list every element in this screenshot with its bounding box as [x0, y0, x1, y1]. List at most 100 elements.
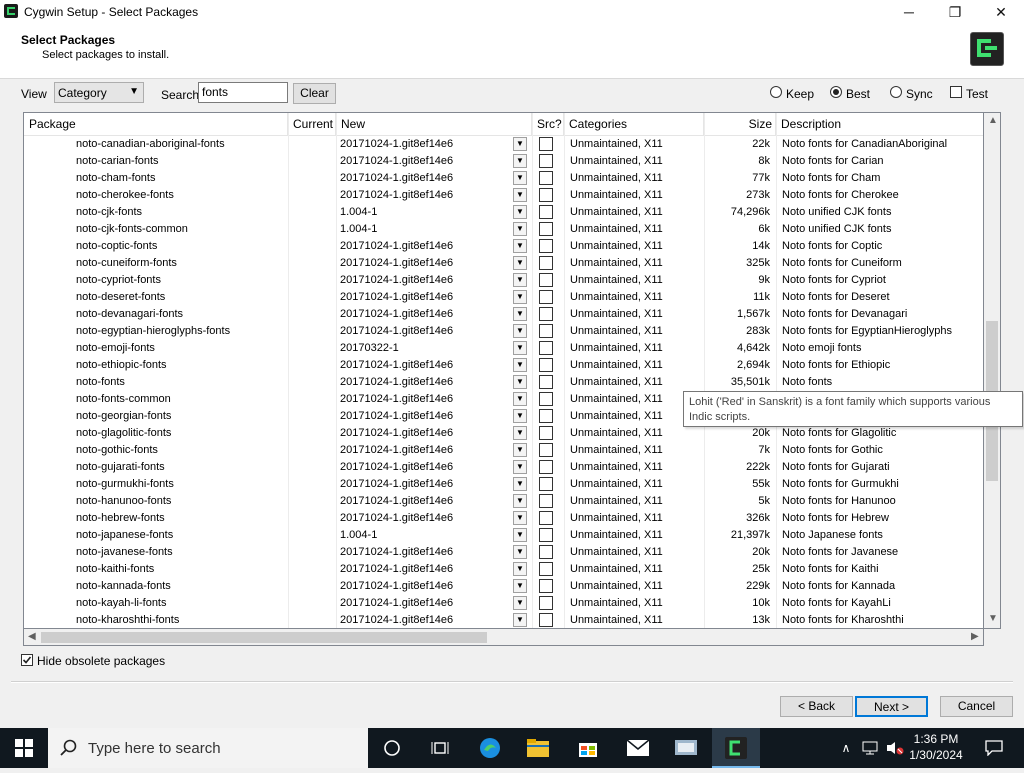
table-row[interactable]: noto-egyptian-hieroglyphs-fonts 20171024-…: [24, 323, 983, 340]
column-header-current[interactable]: Current: [288, 113, 336, 135]
version-dropdown-icon[interactable]: ▼: [513, 137, 527, 151]
chevron-up-icon[interactable]: ∧: [838, 728, 854, 768]
scroll-right-icon[interactable]: ▶: [971, 631, 979, 642]
version-dropdown-icon[interactable]: ▼: [513, 494, 527, 508]
table-row[interactable]: noto-hanunoo-fonts 20171024-1.git8ef14e6 U…: [24, 493, 983, 510]
scroll-down-icon[interactable]: ▼: [988, 613, 998, 624]
volume-muted-icon[interactable]: [884, 728, 906, 768]
src-checkbox[interactable]: [539, 426, 553, 440]
table-row[interactable]: noto-canadian-aboriginal-fonts 20171024-1…: [24, 136, 983, 153]
table-row[interactable]: noto-japanese-fonts 1.004-1 Unmaintained, …: [24, 527, 983, 544]
cygwin-taskbar-icon[interactable]: [712, 728, 760, 768]
close-button[interactable]: ✕: [978, 0, 1024, 24]
table-row[interactable]: noto-gurmukhi-fonts 20171024-1.git8ef14e6…: [24, 476, 983, 493]
column-header-new[interactable]: New: [336, 113, 532, 135]
src-checkbox[interactable]: [539, 545, 553, 559]
src-checkbox[interactable]: [539, 392, 553, 406]
version-dropdown-icon[interactable]: ▼: [513, 460, 527, 474]
version-dropdown-icon[interactable]: ▼: [513, 375, 527, 389]
version-dropdown-icon[interactable]: ▼: [513, 426, 527, 440]
src-checkbox[interactable]: [539, 596, 553, 610]
src-checkbox[interactable]: [539, 562, 553, 576]
src-checkbox[interactable]: [539, 256, 553, 270]
store-icon[interactable]: [564, 728, 612, 768]
task-view-icon[interactable]: [368, 728, 416, 768]
version-dropdown-icon[interactable]: ▼: [513, 324, 527, 338]
src-checkbox[interactable]: [539, 579, 553, 593]
src-checkbox[interactable]: [539, 171, 553, 185]
table-row[interactable]: noto-cjk-fonts-common 1.004-1 Unmaintained…: [24, 221, 983, 238]
column-header-description[interactable]: Description: [776, 113, 983, 135]
horizontal-scroll-thumb[interactable]: [41, 632, 487, 643]
version-dropdown-icon[interactable]: ▼: [513, 511, 527, 525]
keep-radio[interactable]: [770, 86, 782, 98]
timeline-icon[interactable]: [416, 728, 464, 768]
sync-radio[interactable]: [890, 86, 902, 98]
scroll-left-icon[interactable]: ◀: [28, 631, 36, 642]
table-row[interactable]: noto-emoji-fonts 20170322-1 Unmaintained, …: [24, 340, 983, 357]
mail-icon[interactable]: [614, 728, 662, 768]
version-dropdown-icon[interactable]: ▼: [513, 562, 527, 576]
column-header-categories[interactable]: Categories: [564, 113, 704, 135]
scroll-up-icon[interactable]: ▲: [988, 115, 998, 126]
src-checkbox[interactable]: [539, 324, 553, 338]
version-dropdown-icon[interactable]: ▼: [513, 613, 527, 627]
version-dropdown-icon[interactable]: ▼: [513, 477, 527, 491]
back-button[interactable]: < Back: [780, 696, 853, 717]
src-checkbox[interactable]: [539, 341, 553, 355]
src-checkbox[interactable]: [539, 375, 553, 389]
table-row[interactable]: noto-cherokee-fonts 20171024-1.git8ef14e6…: [24, 187, 983, 204]
test-checkbox[interactable]: [950, 86, 962, 98]
view-select[interactable]: Category ▼: [54, 82, 144, 103]
version-dropdown-icon[interactable]: ▼: [513, 222, 527, 236]
table-row[interactable]: noto-devanagari-fonts 20171024-1.git8ef14…: [24, 306, 983, 323]
table-row[interactable]: noto-fonts 20171024-1.git8ef14e6 Unmaintai…: [24, 374, 983, 391]
column-header-src[interactable]: Src?: [532, 113, 564, 135]
table-row[interactable]: noto-cuneiform-fonts 20171024-1.git8ef14e…: [24, 255, 983, 272]
table-row[interactable]: noto-kayah-li-fonts 20171024-1.git8ef14e6…: [24, 595, 983, 612]
taskbar-clock[interactable]: 1:36 PM 1/30/2024: [906, 731, 966, 763]
table-row[interactable]: noto-carian-fonts 20171024-1.git8ef14e6 Un…: [24, 153, 983, 170]
src-checkbox[interactable]: [539, 528, 553, 542]
version-dropdown-icon[interactable]: ▼: [513, 188, 527, 202]
edge-browser-icon[interactable]: [466, 728, 514, 768]
src-checkbox[interactable]: [539, 511, 553, 525]
version-dropdown-icon[interactable]: ▼: [513, 596, 527, 610]
table-row[interactable]: noto-deseret-fonts 20171024-1.git8ef14e6 U…: [24, 289, 983, 306]
best-radio[interactable]: [830, 86, 842, 98]
src-checkbox[interactable]: [539, 460, 553, 474]
src-checkbox[interactable]: [539, 409, 553, 423]
version-dropdown-icon[interactable]: ▼: [513, 545, 527, 559]
src-checkbox[interactable]: [539, 222, 553, 236]
table-row[interactable]: noto-hebrew-fonts 20171024-1.git8ef14e6 Un…: [24, 510, 983, 527]
notification-icon[interactable]: [970, 728, 1018, 768]
column-header-size[interactable]: Size: [704, 113, 776, 135]
file-explorer-icon[interactable]: [514, 728, 562, 768]
version-dropdown-icon[interactable]: ▼: [513, 256, 527, 270]
src-checkbox[interactable]: [539, 443, 553, 457]
column-header-package[interactable]: Package: [24, 113, 288, 135]
src-checkbox[interactable]: [539, 137, 553, 151]
version-dropdown-icon[interactable]: ▼: [513, 273, 527, 287]
version-dropdown-icon[interactable]: ▼: [513, 341, 527, 355]
src-checkbox[interactable]: [539, 477, 553, 491]
src-checkbox[interactable]: [539, 290, 553, 304]
src-checkbox[interactable]: [539, 494, 553, 508]
vertical-scrollbar[interactable]: ▲ ▼: [984, 112, 1001, 629]
minimize-button[interactable]: ─: [886, 0, 932, 24]
src-checkbox[interactable]: [539, 154, 553, 168]
version-dropdown-icon[interactable]: ▼: [513, 239, 527, 253]
start-button[interactable]: [0, 728, 48, 768]
version-dropdown-icon[interactable]: ▼: [513, 171, 527, 185]
version-dropdown-icon[interactable]: ▼: [513, 409, 527, 423]
src-checkbox[interactable]: [539, 188, 553, 202]
src-checkbox[interactable]: [539, 205, 553, 219]
src-checkbox[interactable]: [539, 358, 553, 372]
table-row[interactable]: noto-kannada-fonts 20171024-1.git8ef14e6 U…: [24, 578, 983, 595]
table-row[interactable]: noto-gothic-fonts 20171024-1.git8ef14e6 Un…: [24, 442, 983, 459]
table-row[interactable]: noto-gujarati-fonts 20171024-1.git8ef14e6…: [24, 459, 983, 476]
table-row[interactable]: noto-kharoshthi-fonts 20171024-1.git8ef14…: [24, 612, 983, 628]
table-row[interactable]: noto-cjk-fonts 1.004-1 Unmaintained, X11 74…: [24, 204, 983, 221]
version-dropdown-icon[interactable]: ▼: [513, 579, 527, 593]
taskbar-search-box[interactable]: Type here to search: [48, 728, 368, 768]
